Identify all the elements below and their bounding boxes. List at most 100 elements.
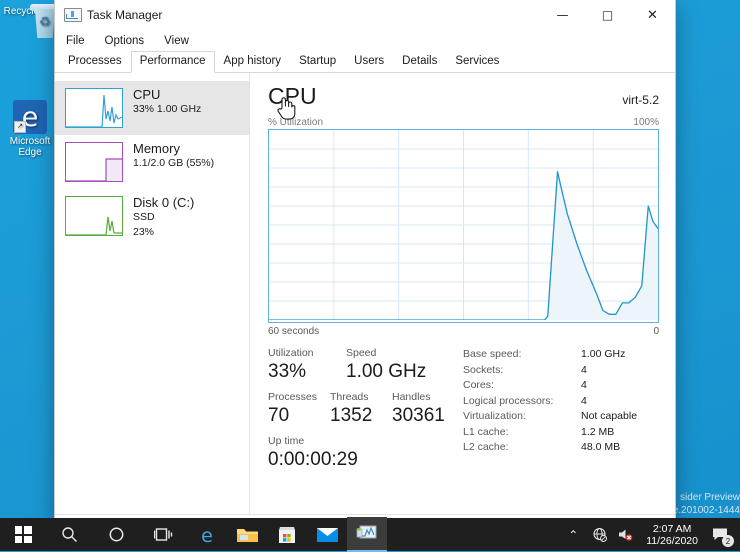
spec-value: 4 — [581, 379, 587, 391]
menu-item-file[interactable]: File — [63, 34, 88, 48]
graph-x-axis-start: 60 seconds — [268, 326, 320, 337]
sidebar-item-sublabel: SSD — [133, 211, 155, 223]
cpu-stats-left: Utilization 33% Speed 1.00 GHz Processes… — [268, 347, 453, 479]
stat-label: Utilization — [268, 347, 314, 359]
close-button[interactable]: ✕ — [630, 0, 675, 30]
graph-y-axis-label: % Utilization — [268, 117, 324, 128]
stat-value: 33% — [268, 361, 307, 382]
cortana-button[interactable] — [93, 518, 140, 551]
stat-label: Up time — [268, 435, 305, 447]
windows-logo-icon — [14, 526, 32, 543]
svg-text:e: e — [201, 525, 213, 546]
tab-app-history[interactable]: App history — [215, 51, 291, 72]
taskbar-task-manager-button[interactable] — [347, 517, 387, 552]
stat-value: 1352 — [330, 405, 373, 426]
tab-processes[interactable]: Processes — [59, 51, 131, 72]
desktop-icon-microsoft-edge[interactable]: e ↗ Microsoft Edge — [2, 100, 58, 158]
taskbar-clock[interactable]: 2:07 AM 11/26/2020 — [638, 523, 706, 547]
tab-details[interactable]: Details — [393, 51, 446, 72]
stat-utilization: Utilization 33% — [268, 347, 346, 384]
spec-row-virtualization: Virtualization: Not capable — [463, 409, 659, 425]
spec-label: L1 cache: — [463, 425, 509, 438]
volume-muted-icon[interactable] — [612, 518, 638, 551]
cpu-spec-list: Base speed: 1.00 GHz Sockets: 4 Cores: 4… — [453, 347, 659, 479]
taskbar-microsoft-store-button[interactable] — [267, 518, 307, 551]
search-icon — [62, 527, 77, 542]
window-title: Task Manager — [87, 8, 163, 22]
sidebar-item-label: Disk 0 (C:) — [133, 195, 195, 210]
spec-label: Cores: — [463, 379, 494, 391]
spec-row-l2-cache: L2 cache: 48.0 MB — [463, 440, 659, 456]
disk-thumbnail-graph — [65, 196, 123, 236]
network-icon[interactable] — [586, 518, 612, 551]
stat-value: 0:00:00:29 — [268, 449, 358, 470]
menu-item-options[interactable]: Options — [102, 34, 148, 48]
sidebar-item-sublabel-2: 23% — [133, 226, 155, 238]
spec-row-logical-processors: Logical processors: 4 — [463, 394, 659, 410]
page-title: CPU — [268, 83, 317, 109]
task-view-button[interactable] — [140, 518, 187, 551]
task-manager-icon — [64, 8, 82, 22]
sidebar-item-sublabel: 33% 1.00 GHz — [133, 103, 202, 115]
menu-bar: File Options View — [55, 30, 675, 51]
window-content: CPU 33% 1.00 GHz Memory 1.1/2.0 GB (55%) — [55, 73, 675, 514]
maximize-button[interactable]: □ — [585, 0, 630, 30]
show-hidden-icons-button[interactable]: ⌃ — [560, 518, 586, 551]
stats-row: Utilization 33% Speed 1.00 GHz — [268, 347, 453, 384]
minimize-button[interactable]: — — [540, 0, 585, 30]
sidebar-item-disk-0[interactable]: Disk 0 (C:) SSD 23% — [55, 189, 249, 246]
graph-top-axis: % Utilization 100% — [268, 117, 659, 128]
cpu-model-name: virt-5.2 — [622, 93, 659, 107]
stat-label: Threads — [330, 391, 369, 403]
desktop-icon-recycle-bin[interactable]: ♻ Recycle Bin — [2, 4, 60, 38]
spec-label: Sockets: — [463, 363, 504, 376]
edge-icon: e — [201, 525, 213, 546]
tab-strip: Processes Performance App history Startu… — [55, 51, 675, 73]
edge-icon: e ↗ — [2, 100, 58, 134]
spec-row-sockets: Sockets: 4 — [463, 363, 659, 379]
spec-label: Virtualization: — [463, 410, 526, 422]
sidebar-item-sublabel: 1.1/2.0 GB (55%) — [133, 157, 215, 169]
stat-label: Processes — [268, 391, 318, 403]
taskbar-mail-button[interactable] — [307, 518, 347, 551]
stat-up-time: Up time 0:00:00:29 — [268, 435, 358, 472]
spec-label: L2 cache: — [463, 441, 509, 453]
sidebar-item-label: Memory — [133, 141, 180, 156]
system-tray: ⌃ 2:07 AM 11/26/2020 2 — [560, 518, 740, 551]
watermark-line-2: e.201002-1444 — [672, 505, 740, 516]
spec-row-cores: Cores: 4 — [463, 378, 659, 394]
spec-row-l1-cache: L1 cache: 1.2 MB — [463, 425, 659, 441]
mail-icon — [316, 528, 338, 542]
spec-value: 4 — [581, 363, 587, 376]
taskbar-edge-button[interactable]: e — [187, 518, 227, 551]
microsoft-store-icon — [279, 526, 295, 543]
menu-item-view[interactable]: View — [161, 34, 192, 48]
cortana-icon — [109, 527, 124, 542]
graph-x-axis-end: 0 — [653, 326, 659, 337]
clock-date: 11/26/2020 — [646, 534, 698, 547]
spec-label: Logical processors: — [463, 394, 554, 407]
task-view-icon — [154, 528, 173, 541]
notification-badge: 2 — [722, 535, 734, 547]
stat-handles: Handles 30361 — [392, 391, 445, 428]
spec-value: 1.2 MB — [581, 425, 615, 438]
cpu-utilization-graph[interactable] — [268, 129, 659, 323]
start-button[interactable] — [0, 518, 46, 551]
cpu-statistics: Utilization 33% Speed 1.00 GHz Processes… — [268, 347, 659, 479]
title-bar[interactable]: Task Manager — □ ✕ — [55, 0, 675, 30]
desktop-icon-label: Microsoft Edge — [9, 136, 51, 158]
tab-users[interactable]: Users — [345, 51, 393, 72]
stats-row: Processes 70 Threads 1352 Handles 30361 — [268, 391, 453, 428]
tab-performance[interactable]: Performance — [130, 51, 215, 73]
action-center-button[interactable]: 2 — [706, 518, 736, 551]
sidebar-item-cpu[interactable]: CPU 33% 1.00 GHz — [55, 81, 249, 135]
clock-time: 2:07 AM — [652, 522, 692, 535]
task-manager-window: Task Manager — □ ✕ File Options View Pro… — [55, 0, 675, 546]
taskbar-file-explorer-button[interactable] — [227, 518, 267, 551]
tab-startup[interactable]: Startup — [290, 51, 345, 72]
search-button[interactable] — [46, 518, 93, 551]
sidebar-item-memory[interactable]: Memory 1.1/2.0 GB (55%) — [55, 135, 249, 189]
tab-services[interactable]: Services — [446, 51, 508, 72]
stat-speed: Speed 1.00 GHz — [346, 347, 426, 384]
spec-label: Base speed: — [463, 348, 522, 360]
